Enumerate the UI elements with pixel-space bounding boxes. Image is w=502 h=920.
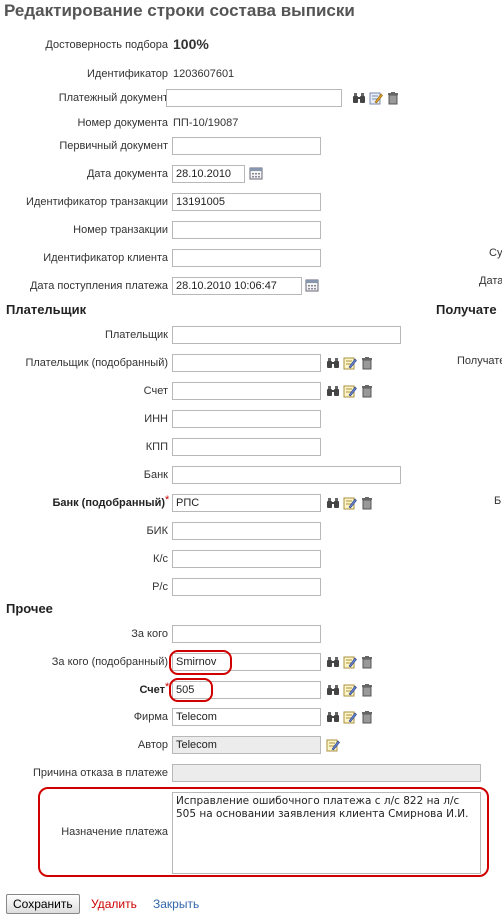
txn-id-input[interactable]: 13191005: [172, 193, 321, 211]
trash-icon[interactable]: [360, 683, 374, 697]
ks-input[interactable]: [172, 550, 321, 568]
right-clipped-date: Дата: [479, 275, 502, 287]
doc-date-label: Дата документа: [86, 168, 168, 180]
rs-label: Р/с: [152, 581, 168, 593]
doc-date-input[interactable]: 28.10.2010: [172, 165, 245, 183]
page-title: Редактирование строки состава выписки: [0, 0, 502, 24]
delete-link[interactable]: Удалить: [91, 897, 137, 911]
highlight-circle: [169, 650, 232, 675]
payer-matched-label: Плательщик (подобранный): [25, 357, 168, 369]
inn-label: ИНН: [144, 413, 168, 425]
required-marker: *: [165, 494, 170, 506]
firm-input[interactable]: Telecom: [172, 708, 321, 726]
highlight-circle: [169, 678, 213, 702]
trash-icon[interactable]: [360, 655, 374, 669]
bank-label: Банк: [143, 469, 168, 481]
calendar-icon[interactable]: [249, 166, 263, 180]
bik-input[interactable]: [172, 522, 321, 540]
payer-account-input[interactable]: [172, 382, 321, 400]
edit-icon[interactable]: [326, 738, 340, 752]
author-input: Telecom: [172, 736, 321, 754]
binoculars-icon[interactable]: [326, 710, 340, 724]
payer-matched-input[interactable]: [172, 354, 321, 372]
trash-icon[interactable]: [360, 710, 374, 724]
bank-matched-label: Банк (подобранный): [52, 497, 165, 509]
right-clipped-receiver-label: Получате: [457, 355, 502, 367]
edit-icon[interactable]: [343, 655, 357, 669]
ks-label: К/с: [153, 553, 168, 565]
bank-matched-input[interactable]: РПС: [172, 494, 321, 512]
close-link[interactable]: Закрыть: [153, 897, 199, 911]
binoculars-icon[interactable]: [326, 496, 340, 510]
payer-section-title: Плательщик: [6, 302, 87, 317]
binoculars-icon[interactable]: [352, 91, 366, 105]
inn-input[interactable]: [172, 410, 321, 428]
trash-icon[interactable]: [386, 91, 400, 105]
trash-icon[interactable]: [360, 384, 374, 398]
edit-icon[interactable]: [369, 91, 383, 105]
client-id-label: Идентификатор клиента: [43, 252, 168, 264]
payer-label: Плательщик: [104, 329, 168, 341]
bank-input[interactable]: [172, 466, 401, 484]
txn-id-label: Идентификатор транзакции: [26, 196, 168, 208]
receipt-date-label: Дата поступления платежа: [29, 280, 168, 292]
client-id-input[interactable]: [172, 249, 321, 267]
binoculars-icon[interactable]: [326, 683, 340, 697]
other-account-label: Счет: [139, 684, 165, 696]
bik-label: БИК: [146, 525, 168, 537]
payment-doc-label: Платежный документ: [58, 92, 168, 104]
primary-doc-label: Первичный документ: [59, 140, 168, 152]
author-label: Автор: [137, 739, 168, 751]
id-label: Идентификатор: [87, 68, 168, 80]
binoculars-icon[interactable]: [326, 655, 340, 669]
reject-reason-input: [172, 764, 481, 782]
rs-input[interactable]: [172, 578, 321, 596]
confidence-label: Достоверность подбора: [45, 39, 168, 51]
for-whom-input[interactable]: [172, 625, 321, 643]
payer-account-label: Счет: [143, 385, 168, 397]
id-value: 1203607601: [173, 68, 235, 80]
other-section-title: Прочее: [6, 601, 53, 616]
payer-input[interactable]: [172, 326, 401, 344]
txn-number-input[interactable]: [172, 221, 321, 239]
doc-number-value: ПП-10/19087: [173, 117, 239, 129]
kpp-input[interactable]: [172, 438, 321, 456]
edit-icon[interactable]: [343, 496, 357, 510]
for-whom-label: За кого: [131, 628, 168, 640]
reject-reason-label: Причина отказа в платеже: [32, 767, 168, 779]
payment-doc-input[interactable]: [166, 89, 342, 107]
receiver-section-title: Получате: [436, 302, 497, 317]
right-clipped-b: Б: [494, 495, 502, 507]
edit-icon[interactable]: [343, 710, 357, 724]
primary-doc-input[interactable]: [172, 137, 321, 155]
receipt-date-input[interactable]: 28.10.2010 10:06:47: [172, 277, 302, 295]
right-clipped-su: Су: [489, 247, 502, 259]
save-button[interactable]: Сохранить: [6, 894, 80, 914]
firm-label: Фирма: [133, 711, 168, 723]
doc-number-label: Номер документа: [77, 117, 168, 129]
for-whom-matched-label: За кого (подобранный): [51, 656, 168, 668]
edit-icon[interactable]: [343, 683, 357, 697]
trash-icon[interactable]: [360, 496, 374, 510]
edit-icon[interactable]: [343, 384, 357, 398]
txn-number-label: Номер транзакции: [73, 224, 168, 236]
trash-icon[interactable]: [360, 356, 374, 370]
binoculars-icon[interactable]: [326, 384, 340, 398]
calendar-icon[interactable]: [305, 278, 319, 292]
highlight-box: [38, 787, 489, 877]
confidence-value: 100%: [173, 36, 209, 52]
edit-icon[interactable]: [343, 356, 357, 370]
binoculars-icon[interactable]: [326, 356, 340, 370]
kpp-label: КПП: [145, 441, 168, 453]
